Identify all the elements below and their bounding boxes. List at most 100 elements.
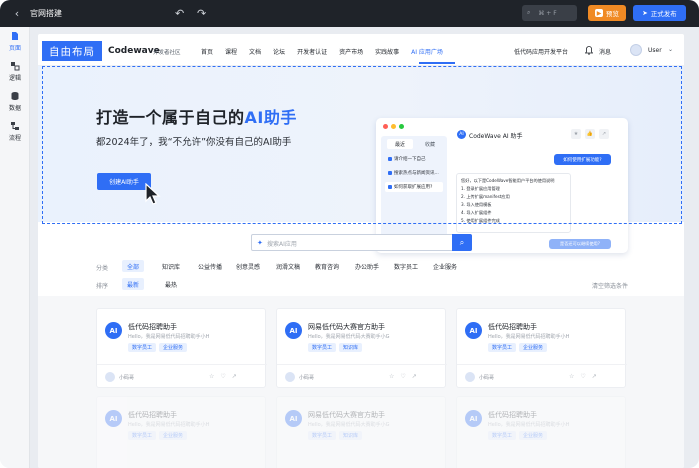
avatar[interactable]: [630, 44, 642, 56]
undo-icon[interactable]: ↶: [175, 7, 184, 20]
card-tags: 数字员工 企业服务: [128, 431, 188, 440]
user-name[interactable]: User: [648, 47, 662, 54]
search-submit-button[interactable]: ⌕: [452, 234, 472, 251]
back-icon[interactable]: ‹: [10, 7, 24, 21]
conversation-item[interactable]: 请介绍一下自己: [385, 154, 443, 164]
tab-recent[interactable]: 最近: [387, 139, 413, 149]
share-icon[interactable]: ↗: [592, 373, 597, 380]
category-chip[interactable]: 企业服务: [428, 260, 462, 272]
card-tag: 数字员工: [128, 343, 157, 352]
maximize-dot: [399, 124, 404, 129]
ai-answer-bubble: 您好，以下是CodeWave智能用户平台的使用说明 1. 登录扩展应用管理 2.…: [456, 173, 571, 233]
category-chip[interactable]: 办公助手: [350, 260, 384, 272]
ai-app-search-input[interactable]: ✦ 搜索AI应用: [251, 234, 472, 251]
star-icon[interactable]: ☆: [569, 373, 574, 380]
nav-link-home[interactable]: 首页: [201, 47, 213, 56]
hero-title-ai: AI助手: [244, 108, 297, 127]
clear-filters-link[interactable]: 清空筛选条件: [592, 281, 628, 290]
ai-badge-icon: AI: [457, 130, 466, 139]
sparkle-icon: ✦: [257, 239, 263, 247]
category-chip-all[interactable]: 全部: [122, 260, 145, 272]
card-author: 小码哥: [299, 375, 315, 381]
share-icon[interactable]: ↗: [412, 373, 417, 380]
card-desc: Hello，我是网易低代码招聘助手小H: [488, 334, 570, 340]
nav-link-market[interactable]: 资产市场: [339, 47, 363, 56]
redo-icon[interactable]: ↷: [197, 7, 206, 20]
close-dot: [383, 124, 388, 129]
rail-item-page[interactable]: 页面: [0, 31, 30, 52]
card-tag: 数字员工: [488, 431, 517, 440]
app-card[interactable]: AI 低代码招聘助手 Hello，我是网易低代码招聘助手小H 数字员工 企业服务…: [96, 308, 267, 388]
conversation-item[interactable]: 搜索热点与新闻资讯...: [385, 168, 443, 178]
category-chip[interactable]: 公益传播: [193, 260, 227, 272]
ai-app-icon: AI: [465, 322, 482, 339]
share-icon[interactable]: ↗: [599, 129, 609, 139]
publish-button[interactable]: ➤ 正式发布: [633, 5, 686, 21]
ai-app-icon: AI: [105, 322, 122, 339]
preview-button[interactable]: ▶ 预览: [588, 5, 626, 21]
share-icon[interactable]: ↗: [232, 373, 237, 380]
thumb-up-icon[interactable]: ♡: [400, 373, 405, 380]
card-footer: 小码哥 ☆ ♡ ↗: [97, 364, 267, 388]
category-chip[interactable]: 润滑文稿: [271, 260, 305, 272]
create-ai-assistant-button[interactable]: 创建AI助手: [97, 173, 151, 190]
author-avatar: [465, 372, 475, 382]
tab-favorites[interactable]: 收藏: [417, 139, 443, 149]
category-chip[interactable]: 数字员工: [389, 260, 423, 272]
nav-link-docs[interactable]: 文档: [249, 47, 261, 56]
nav-link-courses[interactable]: 课程: [225, 47, 237, 56]
card-tag: 数字员工: [308, 431, 337, 440]
nav-link-ai-plaza[interactable]: AI 应用广场: [411, 47, 443, 56]
rail-item-logic[interactable]: 逻辑: [0, 61, 30, 82]
category-chip[interactable]: 知识库: [157, 260, 185, 272]
thumb-up-icon[interactable]: 👍: [585, 129, 595, 139]
nav-link-certification[interactable]: 开发者认证: [297, 47, 327, 56]
sort-label: 排序: [96, 283, 109, 290]
card-footer: 小码哥 ☆ ♡ ↗: [277, 364, 447, 388]
conversation-item[interactable]: 如何获取扩展应用?: [385, 182, 443, 192]
send-icon: ➤: [642, 9, 648, 17]
star-icon[interactable]: ★: [571, 129, 581, 139]
rail-item-data[interactable]: 数据: [0, 91, 30, 112]
rail-label: 流程: [8, 135, 21, 142]
star-icon[interactable]: ☆: [389, 373, 394, 380]
messages-label[interactable]: 消息: [599, 47, 611, 56]
answer-line: 4. 导入扩展组件: [461, 210, 492, 215]
nav-link-stories[interactable]: 实践故事: [375, 47, 399, 56]
card-desc: Hello，我是网易低代码招聘助手小H: [488, 422, 570, 428]
app-card[interactable]: AI 低代码招聘助手 Hello，我是网易低代码招聘助手小H 数字员工 企业服务: [456, 396, 626, 468]
chevron-down-icon[interactable]: ⌄: [668, 46, 673, 53]
free-layout-logo[interactable]: 自由布局: [42, 41, 102, 61]
star-icon[interactable]: ☆: [209, 373, 214, 380]
card-desc: Hello，我是网易低代码招聘助手小H: [128, 334, 210, 340]
thumb-up-icon[interactable]: ♡: [220, 373, 225, 380]
app-card[interactable]: AI 低代码招聘助手 Hello，我是网易低代码招聘助手小H 数字员工 企业服务…: [456, 308, 627, 388]
category-chip[interactable]: 教育咨询: [310, 260, 344, 272]
card-title: 低代码招聘助手: [488, 411, 537, 419]
author-avatar: [105, 372, 115, 382]
search-shortcut: ⌘ + F: [538, 9, 557, 17]
card-tag: 数字员工: [128, 431, 157, 440]
rail-item-flow[interactable]: 流程: [0, 121, 30, 142]
search-button[interactable]: ⌕ ⌘ + F: [522, 5, 577, 21]
card-title: 网易低代码大赛官方助手: [308, 323, 385, 331]
bell-icon[interactable]: [584, 46, 594, 57]
sort-chip-hot[interactable]: 最热: [160, 278, 182, 290]
window-controls: [383, 124, 404, 129]
card-tags: 数字员工 企业服务: [488, 343, 548, 352]
thumb-up-icon[interactable]: ♡: [580, 373, 585, 380]
nav-link-forum[interactable]: 论坛: [273, 47, 285, 56]
card-actions: ☆ ♡ ↗: [209, 373, 237, 380]
lowcode-platform-link[interactable]: 低代码应用开发平台: [514, 47, 568, 56]
sort-chip-latest[interactable]: 最新: [122, 278, 145, 290]
app-card[interactable]: AI 网易低代码大赛官方助手 Hello，我是网易低代码大赛助手小G 数字员工 …: [276, 308, 447, 388]
card-tags: 数字员工 企业服务: [488, 431, 548, 440]
conversation-text: 请介绍一下自己: [394, 157, 426, 162]
app-card[interactable]: AI 低代码招聘助手 Hello，我是网易低代码招聘助手小H 数字员工 企业服务: [96, 396, 266, 468]
search-icon: ⌕: [459, 237, 465, 247]
app-card[interactable]: AI 网易低代码大赛官方助手 Hello，我是网易低代码大赛助手小G 数字员工 …: [276, 396, 446, 468]
category-chip[interactable]: 创意灵感: [231, 260, 265, 272]
card-author: 小码哥: [479, 375, 495, 381]
site-nav: 自由布局 Codewave 开发者社区 首页 课程 文档 论坛 开发者认证 资产…: [38, 34, 684, 66]
chat-panel: AI CodeWave AI 助手 ★ 👍 ↗ 如何使用扩展功能? 您好，以下是…: [451, 126, 623, 249]
